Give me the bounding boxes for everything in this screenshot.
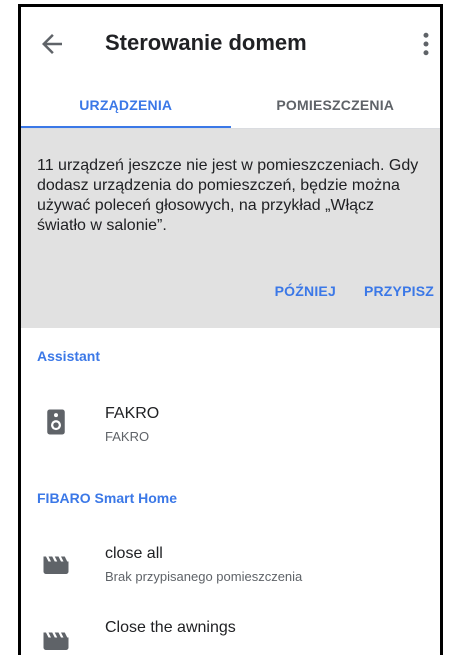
assign-button[interactable]: PRZYPISZ — [364, 283, 434, 299]
page-title: Sterowanie domem — [105, 30, 307, 55]
section-header-assistant: Assistant — [37, 348, 101, 364]
arrow-back-icon — [42, 34, 62, 54]
later-button[interactable]: PÓŹNIEJ — [275, 283, 336, 299]
tab-rooms[interactable]: POMIESZCZENIA — [231, 87, 441, 129]
speaker-icon — [47, 409, 65, 435]
section-header-fibaro: FIBARO Smart Home — [37, 490, 178, 506]
tab-devices-label: URZĄDZENIA — [79, 97, 173, 113]
more-vert-icon — [423, 32, 429, 56]
awning-icon — [43, 556, 69, 574]
tab-devices[interactable]: URZĄDZENIA — [21, 87, 231, 129]
banner-actions: PÓŹNIEJ PRZYPISZ — [253, 283, 440, 299]
overflow-menu-button[interactable] — [416, 29, 436, 59]
device-row-fakro[interactable]: FAKRO FAKRO — [21, 389, 440, 453]
device-name: Close the awnings — [105, 619, 236, 636]
tab-rooms-label: POMIESZCZENIA — [276, 97, 395, 113]
tab-bar: URZĄDZENIA POMIESZCZENIA — [21, 87, 440, 129]
back-button[interactable] — [37, 29, 67, 59]
banner-message: 11 urządzeń jeszcze nie jest w pomieszcz… — [37, 157, 419, 234]
device-row-close-awnings[interactable]: Close the awnings — [21, 605, 440, 655]
device-name: close all — [105, 545, 163, 562]
device-row-close-all[interactable]: close all Brak przypisanego pomieszczeni… — [21, 529, 440, 593]
phone-screen: Sterowanie domem URZĄDZENIA POMIESZCZENI… — [18, 4, 443, 655]
awning-icon — [43, 632, 69, 650]
device-subtitle: FAKRO — [105, 429, 150, 444]
device-name: FAKRO — [105, 405, 160, 422]
device-subtitle: Brak przypisanego pomieszczenia — [105, 569, 303, 584]
top-app-bar: Sterowanie domem — [21, 7, 440, 87]
unassigned-devices-banner: 11 urządzeń jeszcze nie jest w pomieszcz… — [21, 129, 440, 328]
